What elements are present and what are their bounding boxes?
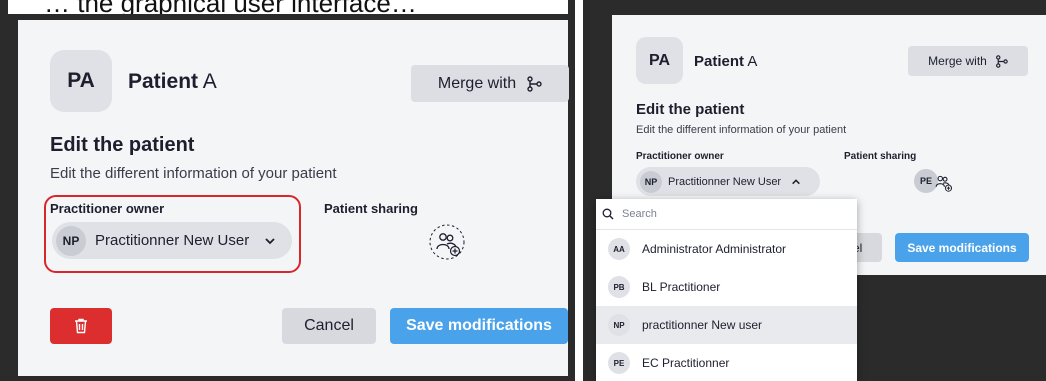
chevron-down-icon: [265, 237, 275, 244]
practitioner-owner-select[interactable]: NP Practitionner New User: [636, 167, 820, 196]
merge-with-label: Merge with: [437, 74, 517, 92]
save-modifications-button[interactable]: Save modifications: [390, 308, 568, 344]
dropdown-option-selected[interactable]: NP practitionner New user: [596, 306, 857, 344]
edit-patient-card-left: PA Patient A Merge with Edit the patient…: [18, 20, 569, 376]
merge-icon: [995, 54, 1008, 68]
patient-name-rest: A: [198, 70, 217, 93]
practitioner-owner-select[interactable]: NP Practitionner New User: [52, 222, 292, 259]
add-users-icon[interactable]: [428, 223, 466, 261]
practitioner-dropdown: AA Administrator Administrator PB BL Pra…: [596, 199, 857, 381]
screenshot-root: … the graphical user interface… PA Patie…: [0, 0, 1046, 381]
option-label: BL Practitioner: [642, 280, 721, 294]
search-icon: [602, 208, 614, 220]
option-label: EC Practitionner: [642, 356, 730, 370]
option-label: Administrator Administrator: [642, 242, 787, 256]
merge-with-button[interactable]: Merge with: [411, 65, 569, 102]
merge-icon: [527, 75, 542, 92]
dropdown-option[interactable]: PE EC Practitionner: [596, 344, 857, 381]
practitioner-owner-label: Practitioner owner: [636, 151, 724, 162]
save-modifications-button[interactable]: Save modifications: [895, 233, 1029, 262]
patient-name: Patient A: [128, 70, 217, 94]
edit-patient-subtitle: Edit the different information of your p…: [50, 165, 337, 182]
merge-with-label: Merge with: [928, 54, 987, 68]
patient-avatar: PA: [636, 37, 683, 84]
cancel-button[interactable]: Cancel: [282, 308, 376, 344]
dropdown-search: [596, 199, 857, 230]
owner-avatar: NP: [56, 225, 86, 256]
panel-divider: [575, 0, 583, 381]
edit-patient-title: Edit the patient: [50, 134, 195, 156]
dropdown-option[interactable]: PB BL Practitioner: [596, 268, 857, 306]
option-avatar: PB: [608, 276, 630, 298]
edit-patient-subtitle: Edit the different information of your p…: [636, 124, 847, 136]
dropdown-option[interactable]: AA Administrator Administrator: [596, 230, 857, 268]
patient-name-bold: Patient: [694, 53, 745, 70]
patient-name-rest: A: [744, 53, 758, 70]
chevron-up-icon: [792, 178, 800, 184]
search-input[interactable]: [622, 208, 822, 220]
option-avatar: PE: [608, 352, 630, 374]
owner-name: Practitionner New User: [668, 175, 782, 188]
add-users-icon[interactable]: [930, 169, 956, 195]
patient-sharing-label: Patient sharing: [324, 201, 418, 216]
patient-name: Patient A: [694, 53, 757, 70]
edit-patient-title: Edit the patient: [636, 101, 745, 118]
delete-button[interactable]: [50, 308, 112, 344]
option-avatar: AA: [608, 238, 630, 260]
patient-sharing-label: Patient sharing: [844, 151, 917, 162]
merge-with-button[interactable]: Merge with: [908, 46, 1028, 76]
patient-name-bold: Patient: [128, 70, 199, 93]
patient-avatar: PA: [50, 50, 112, 112]
left-caption: … the graphical user interface…: [8, 0, 568, 14]
owner-name: Practitionner New User: [95, 232, 250, 249]
option-avatar: NP: [608, 314, 630, 336]
option-label: practitionner New user: [642, 318, 763, 332]
owner-avatar: NP: [640, 170, 662, 193]
trash-icon: [75, 318, 87, 334]
